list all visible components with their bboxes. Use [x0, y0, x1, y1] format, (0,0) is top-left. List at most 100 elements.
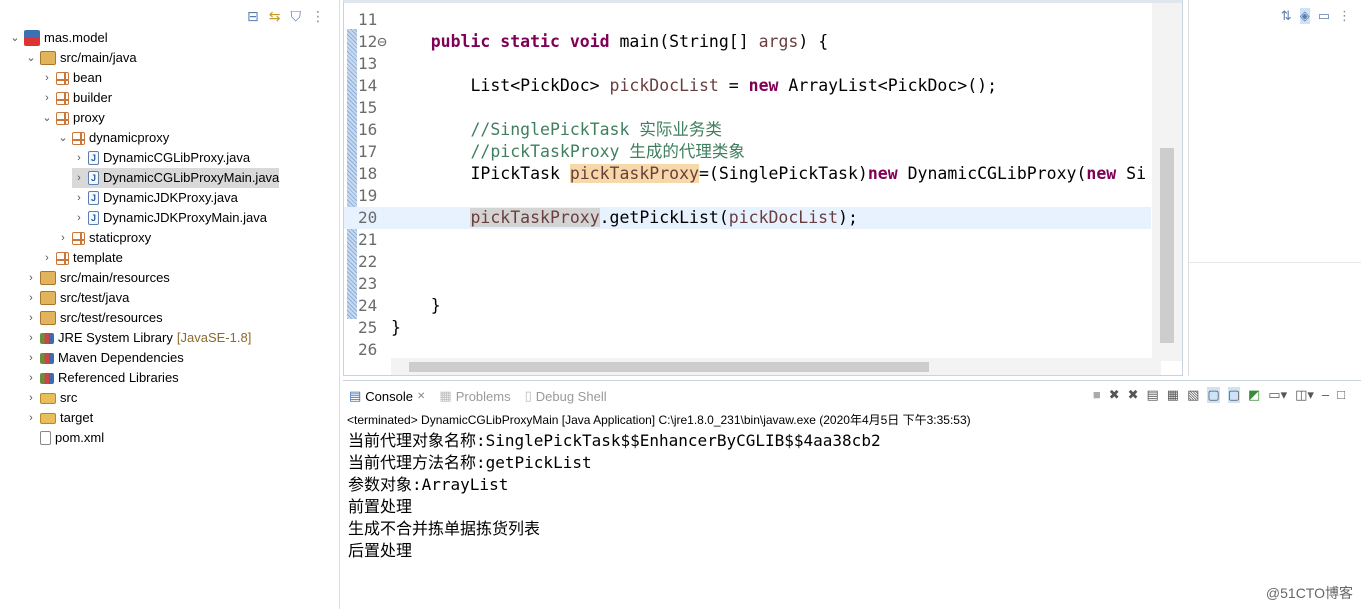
tree-item[interactable]: › template: [40, 248, 123, 268]
chevron-right-icon[interactable]: ›: [24, 368, 38, 388]
scroll-lock-icon[interactable]: ▦: [1167, 387, 1179, 403]
tree-item[interactable]: › J DynamicCGLibProxy.java: [72, 148, 250, 168]
console-status: <terminated> DynamicCGLibProxyMain [Java…: [347, 413, 971, 427]
tree-item[interactable]: › src/main/resources: [24, 268, 170, 288]
chevron-right-icon[interactable]: ›: [56, 228, 70, 248]
tree-item[interactable]: › J DynamicJDKProxy.java: [72, 188, 238, 208]
tree-item[interactable]: › target: [24, 408, 93, 428]
editor-vertical-scrollbar[interactable]: [1152, 3, 1182, 361]
chevron-right-icon[interactable]: ›: [24, 408, 38, 428]
maximize-icon[interactable]: □: [1337, 387, 1345, 403]
chevron-right-icon[interactable]: ›: [72, 188, 86, 208]
code-line[interactable]: 25}: [344, 317, 1151, 339]
chevron-right-icon[interactable]: ›: [40, 248, 54, 268]
chevron-right-icon[interactable]: ›: [40, 88, 54, 108]
editor-horizontal-scrollbar[interactable]: [391, 358, 1161, 375]
chevron-right-icon[interactable]: ›: [72, 208, 86, 228]
line-number: 11: [358, 10, 378, 29]
tree-item[interactable]: pom.xml: [24, 428, 104, 448]
code-line[interactable]: 21: [344, 229, 1151, 251]
code-line[interactable]: 18 IPickTask pickTaskProxy=(SinglePickTa…: [344, 163, 1151, 185]
chevron-right-icon[interactable]: ›: [72, 148, 86, 168]
tab-debug-shell[interactable]: ▯ Debug Shell: [525, 388, 607, 404]
code-line[interactable]: 11: [344, 9, 1151, 31]
tree-item[interactable]: › src/test/resources: [24, 308, 163, 328]
code-text: }: [391, 317, 401, 339]
view-menu-icon[interactable]: ⋮: [1338, 8, 1351, 24]
code-editor[interactable]: 11 12⊖ public static void main(String[] a…: [343, 0, 1183, 376]
sort-icon[interactable]: ⇅: [1281, 8, 1292, 24]
code-line[interactable]: 17 //pickTaskProxy 生成的代理类象: [344, 141, 1151, 163]
chevron-right-icon[interactable]: ›: [40, 68, 54, 88]
code-token: new: [867, 164, 898, 183]
chevron-right-icon[interactable]: ›: [24, 268, 38, 288]
chevron-down-icon[interactable]: ⌄: [8, 28, 22, 48]
tree-item[interactable]: › J DynamicJDKProxyMain.java: [72, 208, 267, 228]
pin-console-icon[interactable]: ◩: [1248, 387, 1260, 403]
tree-item[interactable]: ⌄ proxy: [40, 108, 104, 128]
problems-icon: ▦: [439, 388, 452, 403]
tree-item-label: DynamicCGLibProxyMain.java: [103, 170, 280, 185]
tab-console[interactable]: ▤ Console ✕: [349, 388, 425, 404]
remove-all-icon[interactable]: ✖: [1128, 387, 1139, 403]
code-line[interactable]: 24 }: [344, 295, 1151, 317]
tree-item[interactable]: › Referenced Libraries: [24, 368, 179, 388]
scroll-thumb[interactable]: [409, 362, 929, 372]
chevron-down-icon[interactable]: ⌄: [40, 108, 54, 128]
src-icon: [40, 51, 56, 65]
code-line[interactable]: 12⊖ public static void main(String[] arg…: [344, 31, 1151, 53]
tree-item[interactable]: › staticproxy: [56, 228, 151, 248]
code-line[interactable]: 20 pickTaskProxy.getPickList(pickDocList…: [344, 207, 1151, 229]
tree-item[interactable]: › src: [24, 388, 77, 408]
chevron-down-icon[interactable]: ⌄: [24, 48, 38, 68]
code-text: //SinglePickTask 实际业务类: [391, 119, 721, 141]
code-line[interactable]: 16 //SinglePickTask 实际业务类: [344, 119, 1151, 141]
code-line[interactable]: 23: [344, 273, 1151, 295]
code-line[interactable]: 22: [344, 251, 1151, 273]
line-number: 23: [358, 274, 378, 293]
view-menu-icon[interactable]: ⋮: [311, 8, 325, 25]
word-wrap-icon[interactable]: ▧: [1187, 387, 1199, 403]
code-token: );: [838, 208, 858, 227]
line-number: 16: [358, 120, 378, 139]
chevron-right-icon[interactable]: ›: [72, 168, 86, 188]
tree-item[interactable]: ⌄ src/main/java: [24, 48, 137, 68]
display-console-icon[interactable]: ▭▾: [1268, 387, 1287, 403]
hide-fields-icon[interactable]: ◈: [1299, 8, 1310, 24]
line-number: 26: [358, 340, 378, 359]
minimize-icon[interactable]: –: [1322, 387, 1329, 403]
link-with-editor-icon[interactable]: ⇆: [269, 8, 281, 25]
code-line[interactable]: 14 List<PickDoc> pickDocList = new Array…: [344, 75, 1151, 97]
pkg-icon: [56, 111, 69, 125]
tree-item[interactable]: › builder: [40, 88, 112, 108]
show-on-stdout-icon[interactable]: ▢: [1207, 387, 1220, 403]
tree-item[interactable]: › JRE System Library [JavaSE-1.8]: [24, 328, 251, 348]
tree-item-label: mas.model: [44, 30, 108, 45]
collapse-all-icon[interactable]: ⊟: [247, 8, 259, 25]
remove-launch-icon[interactable]: ✖: [1109, 387, 1120, 403]
terminate-icon[interactable]: ■: [1093, 387, 1101, 403]
tree-item[interactable]: › src/test/java: [24, 288, 129, 308]
chevron-right-icon[interactable]: ›: [24, 348, 38, 368]
tree-item[interactable]: › Maven Dependencies: [24, 348, 184, 368]
scroll-thumb[interactable]: [1160, 148, 1174, 343]
code-line[interactable]: 15: [344, 97, 1151, 119]
chevron-right-icon[interactable]: ›: [24, 328, 38, 348]
clear-console-icon[interactable]: ▤: [1147, 387, 1159, 403]
code-line[interactable]: 13: [344, 53, 1151, 75]
tree-item[interactable]: ⌄ mas.model: [8, 28, 108, 48]
show-on-stderr-icon[interactable]: ▢: [1227, 387, 1240, 403]
filter-icon[interactable]: ⛉: [291, 8, 302, 25]
chevron-right-icon[interactable]: ›: [24, 308, 38, 328]
tab-problems[interactable]: ▦ Problems: [439, 388, 510, 404]
tree-item[interactable]: ⌄ dynamicproxy: [56, 128, 169, 148]
chevron-right-icon[interactable]: ›: [24, 388, 38, 408]
tree-item[interactable]: › bean: [40, 68, 102, 88]
close-icon[interactable]: ✕: [417, 391, 425, 402]
open-console-icon[interactable]: ◫▾: [1295, 387, 1314, 403]
tree-item[interactable]: › J DynamicCGLibProxyMain.java: [72, 168, 280, 188]
code-line[interactable]: 19: [344, 185, 1151, 207]
chevron-right-icon[interactable]: ›: [24, 288, 38, 308]
minimize-icon[interactable]: ▭: [1318, 8, 1330, 24]
chevron-down-icon[interactable]: ⌄: [56, 128, 70, 148]
